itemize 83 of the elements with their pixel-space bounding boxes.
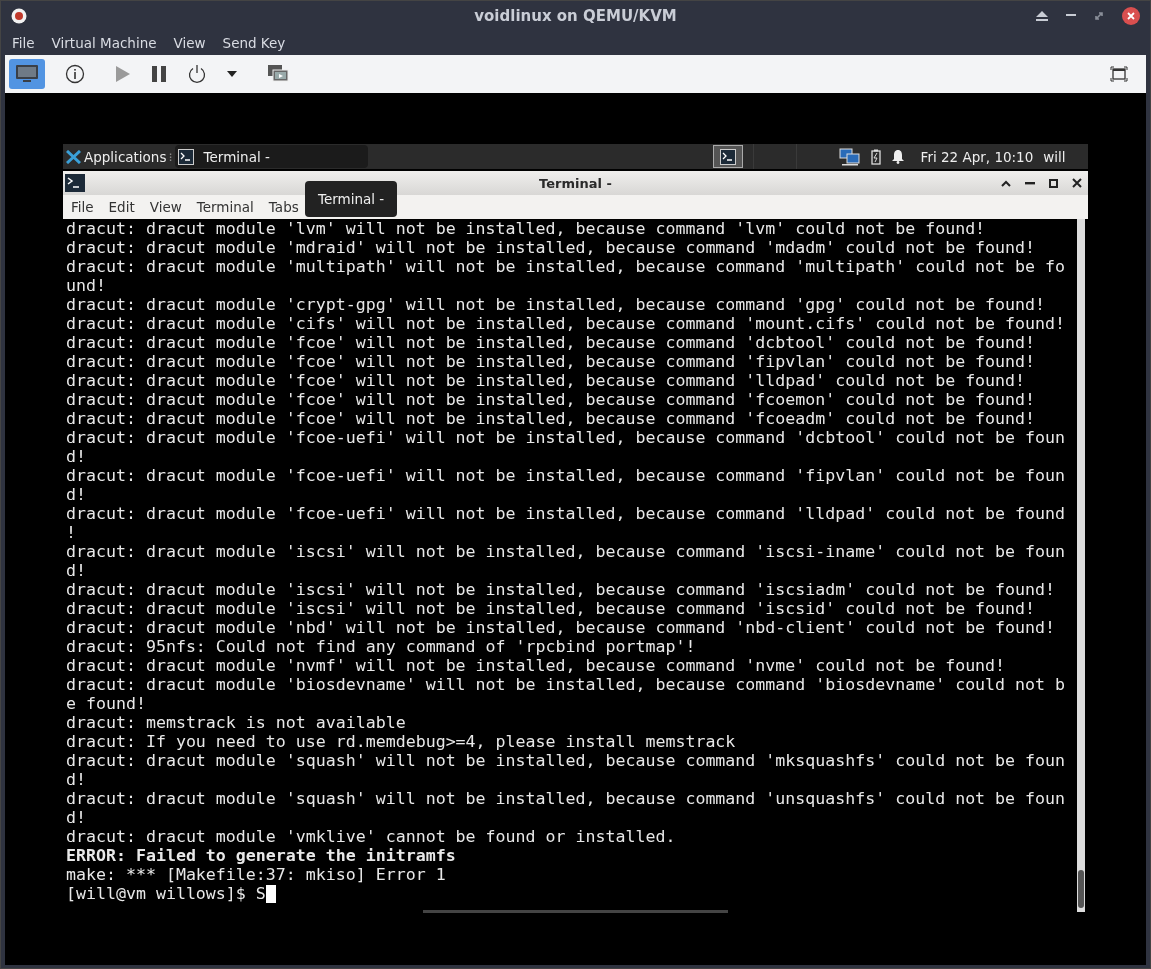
terminal-line: dracut: dracut module 'mdraid' will not be installed, because command 'mdadm' could not be found! bbox=[66, 238, 1037, 257]
close-icon[interactable] bbox=[1122, 6, 1140, 25]
scrollbar-thumb[interactable] bbox=[1078, 870, 1084, 908]
play-icon[interactable] bbox=[115, 65, 131, 83]
console-button[interactable] bbox=[9, 59, 45, 89]
terminal-line: ! bbox=[66, 523, 77, 542]
terminal-line: dracut: dracut module 'nbd' will not be installed, because command 'nbd-client' could not be found! bbox=[66, 618, 1057, 637]
task-label: Terminal - bbox=[203, 148, 270, 165]
menu-item[interactable]: File bbox=[71, 199, 94, 215]
menu-item[interactable]: View bbox=[149, 199, 182, 215]
workspace-button[interactable] bbox=[712, 145, 743, 168]
terminal-line: dracut: dracut module 'squash' will not be installed, because command 'unsquashfs' could not be foun bbox=[66, 789, 1067, 808]
terminal-line: dracut: dracut module 'squash' will not be installed, because command 'mksquashfs' could not be foun bbox=[66, 751, 1067, 770]
terminal-line: dracut: If you need to use rd.memdebug>=4, please install memstrack bbox=[66, 732, 737, 751]
menu-item[interactable]: Edit bbox=[108, 199, 135, 215]
menu-item[interactable]: Virtual Machine bbox=[51, 34, 157, 51]
clock-text[interactable]: Fri 22 Apr, 10:10 bbox=[920, 148, 1034, 165]
terminal-line: dracut: dracut module 'iscsi' will not be installed, because command 'iscsi-iname' could not be foun bbox=[66, 542, 1067, 561]
terminal-line: dracut: dracut module 'iscsi' will not be installed, because command 'iscsiadm' could not be found! bbox=[66, 580, 1057, 599]
minimize-icon[interactable] bbox=[1066, 14, 1076, 17]
applications-label: Applications bbox=[84, 148, 167, 165]
terminal-line: d! bbox=[66, 447, 87, 466]
terminal-line: d! bbox=[66, 770, 87, 789]
terminal-line: dracut: dracut module 'lvm' will not be installed, because command 'lvm' could not be found! bbox=[66, 219, 987, 238]
terminal-line: d! bbox=[66, 561, 87, 580]
shade-icon[interactable] bbox=[1001, 179, 1011, 187]
applications-menu[interactable]: Applications bbox=[66, 148, 167, 165]
screens-icon[interactable] bbox=[267, 64, 289, 84]
minimize-icon[interactable] bbox=[1025, 181, 1035, 185]
terminal-line: dracut: memstrack is not available bbox=[66, 713, 407, 732]
eject-icon[interactable] bbox=[1036, 10, 1048, 21]
terminal-line: dracut: dracut module 'cifs' will not be installed, because command 'mount.cifs' could not be found! bbox=[66, 314, 1067, 333]
terminal-line: dracut: dracut module 'fcoe-uefi' will not be installed, because command 'fipvlan' could not be foun bbox=[66, 466, 1067, 485]
terminal-icon bbox=[177, 148, 194, 165]
terminal-line: dracut: dracut module 'fcoe' will not be installed, because command 'fipvlan' could not be found! bbox=[66, 352, 1037, 371]
terminal-line: dracut: dracut module 'vmklive' cannot be found or installed. bbox=[66, 827, 677, 846]
user-name[interactable]: will bbox=[1043, 148, 1066, 165]
terminal-line: dracut: dracut module 'biosdevname' will not be installed, because command 'biosdevname' could not b bbox=[66, 675, 1067, 694]
menu-item[interactable]: Tabs bbox=[268, 199, 299, 215]
tooltip: Terminal - bbox=[305, 181, 398, 217]
network-icon[interactable] bbox=[838, 147, 861, 166]
monitor-icon bbox=[15, 64, 39, 84]
terminal-line: dracut: dracut module 'fcoe-uefi' will not be installed, because command 'dcbtool' could not be foun bbox=[66, 428, 1067, 447]
terminal-line: ERROR: Failed to generate the initramfs bbox=[66, 846, 457, 865]
menu-item[interactable]: Send Key bbox=[222, 34, 286, 51]
app-logo-icon bbox=[11, 7, 27, 24]
terminal-line: dracut: dracut module 'fcoe' will not be installed, because command 'lldpad' could not be found! bbox=[66, 371, 1027, 390]
taskbar-button[interactable]: Terminal - bbox=[174, 145, 368, 168]
terminal-icon bbox=[65, 174, 85, 192]
menu-item[interactable]: View bbox=[173, 34, 206, 51]
window-title: voidlinux on QEMU/KVM bbox=[474, 6, 677, 25]
terminal-line: dracut: dracut module 'fcoe' will not be installed, because command 'dcbtool' could not be found! bbox=[66, 333, 1037, 352]
terminal-line: d! bbox=[66, 485, 87, 504]
xfce-logo-icon bbox=[66, 149, 81, 164]
terminal-line: make: *** [Makefile:37: mkiso] Error 1 bbox=[66, 865, 447, 884]
restore-icon[interactable] bbox=[1094, 10, 1104, 21]
terminal-line: und! bbox=[66, 276, 107, 295]
terminal-line: e found! bbox=[66, 694, 147, 713]
dropdown-caret-icon[interactable] bbox=[227, 71, 237, 77]
maximize-icon[interactable] bbox=[1049, 178, 1058, 188]
terminal-line: dracut: dracut module 'crypt-gpg' will not be installed, because command 'gpg' could not be found! bbox=[66, 295, 1047, 314]
terminal-title: Terminal - bbox=[539, 175, 612, 191]
text-cursor bbox=[265, 884, 276, 903]
terminal-line: d! bbox=[66, 808, 87, 827]
fullscreen-icon[interactable] bbox=[1110, 66, 1128, 82]
menu-item[interactable]: Terminal bbox=[196, 199, 254, 215]
terminal-line: dracut: dracut module 'fcoe-uefi' will not be installed, because command 'lldpad' could not be found bbox=[66, 504, 1067, 523]
terminal-line: dracut: dracut module 'iscsi' will not be installed, because command 'iscsid' could not be found! bbox=[66, 599, 1037, 618]
terminal-prompt: [will@vm willows]$ S bbox=[66, 884, 266, 903]
power-icon[interactable] bbox=[187, 64, 207, 84]
terminal-line: dracut: dracut module 'fcoe' will not be installed, because command 'fcoemon' could not be found! bbox=[66, 390, 1037, 409]
bell-icon[interactable] bbox=[890, 149, 905, 164]
battery-icon[interactable] bbox=[870, 148, 881, 165]
close-icon[interactable] bbox=[1072, 178, 1082, 188]
panel-separator: ⁝ bbox=[168, 149, 173, 164]
pause-icon[interactable] bbox=[151, 65, 167, 83]
terminal-line: dracut: dracut module 'nvmf' will not be installed, because command 'nvme' could not be found! bbox=[66, 656, 1007, 675]
terminal-line: dracut: dracut module 'fcoe' will not be installed, because command 'fcoeadm' could not be found! bbox=[66, 409, 1037, 428]
info-icon[interactable] bbox=[65, 64, 85, 84]
terminal-icon bbox=[719, 148, 736, 165]
menu-item[interactable]: File bbox=[12, 34, 35, 51]
terminal-line: dracut: dracut module 'multipath' will not be installed, because command 'multipath' could not be fo bbox=[66, 257, 1067, 276]
terminal-line: dracut: 95nfs: Could not find any command of 'rpcbind portmap'! bbox=[66, 637, 697, 656]
